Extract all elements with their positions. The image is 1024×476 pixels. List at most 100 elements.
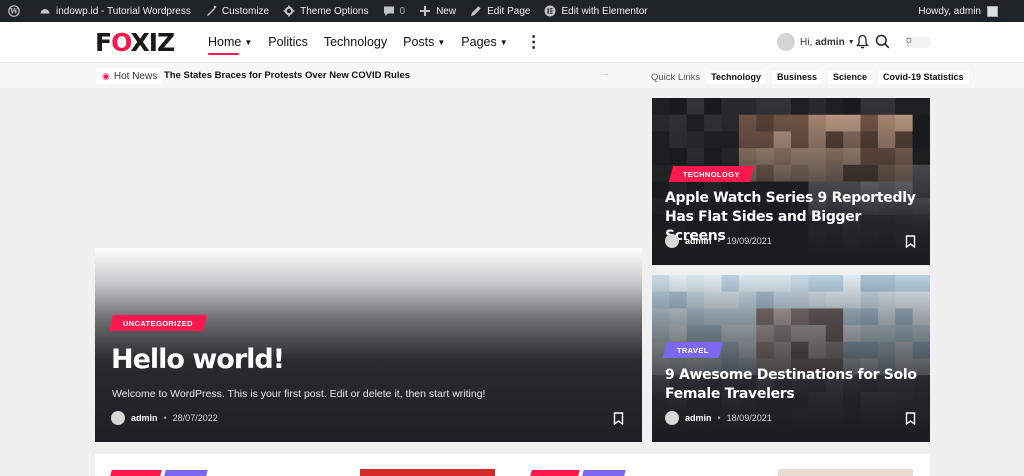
bookmark-icon[interactable] <box>905 412 916 425</box>
post-excerpt: Welcome to WordPress. This is your first… <box>112 388 486 400</box>
wp-logo-menu[interactable]: W <box>0 0 32 22</box>
customize-link[interactable]: Customize <box>198 0 276 22</box>
featured-post-hero[interactable]: UNCATEGORIZED Hello world! Welcome to Wo… <box>95 248 642 442</box>
plus-icon <box>420 6 431 16</box>
quick-link-technology[interactable]: Technology <box>706 70 766 84</box>
nav-home-label: Home <box>208 35 242 49</box>
wordpress-icon: W <box>8 5 20 17</box>
author-avatar <box>665 411 679 425</box>
post-title[interactable]: 9 Awesome Destinations for Solo Female T… <box>665 366 920 404</box>
svg-text:W: W <box>9 7 18 16</box>
comments-count: 0 <box>399 5 406 17</box>
logo-letter-o: O <box>111 28 131 57</box>
author-name[interactable]: admin <box>685 413 712 423</box>
gear-icon <box>283 5 295 17</box>
sun-icon: ☼ <box>904 34 915 46</box>
comment-icon <box>383 6 394 16</box>
logo-letter-f: F <box>95 28 112 57</box>
main-nav: Home ▼ Politics Technology Posts ▼ Pages ▼ … <box>208 22 558 62</box>
post-title[interactable]: Hello world! <box>111 344 285 375</box>
edit-elementor-label: Edit with Elementor <box>561 5 648 17</box>
arrow-right-icon[interactable]: → <box>600 68 610 79</box>
flame-icon: ◉ <box>102 70 110 81</box>
elementor-icon <box>544 5 556 17</box>
post-grid-row <box>95 454 930 476</box>
author-avatar <box>111 411 125 425</box>
admin-avatar <box>987 5 998 17</box>
nav-pages-label: Pages <box>461 35 497 49</box>
chevron-down-icon: ▼ <box>437 37 446 47</box>
category-tag[interactable] <box>582 470 626 476</box>
edit-page-link[interactable]: Edit Page <box>463 0 537 22</box>
nav-technology[interactable]: Technology <box>324 35 387 49</box>
user-avatar <box>777 33 795 51</box>
bookmark-icon[interactable] <box>905 235 916 248</box>
top-sub-bar: ◉ Hot News The States Braces for Protest… <box>0 62 1024 88</box>
comments-link[interactable]: 0 <box>376 0 413 22</box>
dark-mode-toggle[interactable]: ☼ <box>904 34 931 48</box>
hot-news-badge: ◉ Hot News <box>96 68 164 84</box>
quick-links-title: Quick Links <box>651 71 701 83</box>
my-account-menu[interactable]: Howdy, admin <box>911 0 1024 22</box>
meta-separator: • <box>717 413 721 423</box>
site-logo[interactable]: FOXIZ <box>95 28 175 57</box>
category-tag[interactable] <box>530 470 580 476</box>
author-name[interactable]: admin <box>685 236 712 246</box>
news-ticker-item[interactable]: The States Braces for Protests Over New … <box>164 70 410 81</box>
nav-home[interactable]: Home ▼ <box>208 35 253 55</box>
more-menu-icon[interactable]: ⋮ <box>526 32 542 52</box>
edit-elementor-link[interactable]: Edit with Elementor <box>537 0 654 22</box>
category-tag[interactable]: TECHNOLOGY <box>668 166 755 182</box>
post-card-technology[interactable]: TECHNOLOGY Apple Watch Series 9 Reported… <box>652 98 930 265</box>
bell-icon[interactable] <box>856 34 869 49</box>
category-tag[interactable] <box>110 470 162 476</box>
bookmark-icon[interactable] <box>613 412 624 425</box>
nav-technology-label: Technology <box>323 35 388 49</box>
category-label: UNCATEGORIZED <box>123 318 194 328</box>
post-date: 28/07/2022 <box>172 413 218 423</box>
new-label: New <box>436 5 457 17</box>
author-name[interactable]: admin <box>131 413 158 423</box>
chevron-down-icon: ▼ <box>499 37 508 47</box>
post-thumbnail[interactable] <box>778 469 913 476</box>
theme-options-link[interactable]: Theme Options <box>276 0 375 22</box>
author-avatar <box>665 234 679 248</box>
theme-options-label: Theme Options <box>300 5 369 17</box>
chevron-down-icon: ▼ <box>244 37 253 47</box>
howdy-text: Howdy, admin <box>918 5 981 17</box>
quick-link-business[interactable]: Business <box>771 70 822 84</box>
user-menu[interactable]: Hi, admin ▼ <box>777 33 855 51</box>
post-date: 19/09/2021 <box>726 236 772 246</box>
site-header: FOXIZ Home ▼ Politics Technology Posts ▼ P… <box>0 22 1024 62</box>
quick-link-covid-statistics[interactable]: Covid-19 Statistics <box>878 70 969 84</box>
new-content-menu[interactable]: New <box>412 0 463 22</box>
customize-label: Customize <box>221 5 270 17</box>
category-label: TRAVEL <box>677 345 709 355</box>
nav-pages[interactable]: Pages ▼ <box>461 35 507 49</box>
post-card-travel[interactable]: TRAVEL 9 Awesome Destinations for Solo F… <box>652 275 930 442</box>
dashboard-icon <box>40 8 50 14</box>
chevron-down-icon: ▼ <box>847 38 855 46</box>
post-meta: admin • 18/09/2021 <box>665 411 772 425</box>
pencil-icon <box>471 6 481 16</box>
user-name: admin <box>815 36 845 48</box>
edit-page-label: Edit Page <box>487 5 531 17</box>
category-tag[interactable] <box>164 470 208 476</box>
nav-posts[interactable]: Posts ▼ <box>403 35 445 49</box>
site-name: indowp.id - Tutorial Wordpress <box>56 5 191 17</box>
quick-links: Quick Links Technology Business Science … <box>651 70 975 84</box>
post-thumbnail[interactable] <box>360 469 495 476</box>
nav-politics[interactable]: Politics <box>268 35 308 49</box>
category-tag[interactable]: TRAVEL <box>662 342 723 358</box>
site-name-menu[interactable]: indowp.id - Tutorial Wordpress <box>32 0 198 22</box>
palette-icon <box>206 5 217 16</box>
category-tag[interactable]: UNCATEGORIZED <box>108 315 208 331</box>
nav-politics-label: Politics <box>268 35 308 49</box>
search-icon[interactable] <box>875 34 890 49</box>
meta-separator: • <box>163 413 167 423</box>
admin-bar: W indowp.id - Tutorial Wordpress Customi… <box>0 0 1024 22</box>
hot-news-label: Hot News <box>113 70 158 82</box>
logo-letters-rest: XIZ <box>130 28 175 57</box>
quick-link-science[interactable]: Science <box>827 70 873 84</box>
post-date: 18/09/2021 <box>726 413 772 423</box>
